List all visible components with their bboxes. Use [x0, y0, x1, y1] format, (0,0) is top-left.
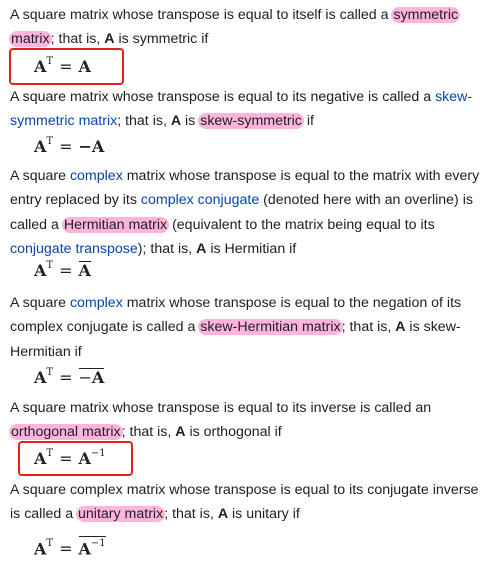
- formula-sup: T: [46, 447, 54, 459]
- formula-lhs: A: [34, 261, 47, 280]
- text: is orthogonal if: [185, 424, 282, 441]
- matrix-symbol: A: [175, 424, 186, 441]
- text: is symmetric if: [114, 31, 209, 48]
- formula-skew-hermitian: AT = −A: [34, 366, 105, 387]
- formula-lhs: A: [34, 137, 47, 156]
- highlight-skew-hermitian-matrix: skew-Hermitian matrix: [198, 319, 343, 336]
- text: A square: [10, 168, 70, 184]
- highlight-orthogonal-matrix: orthogonal matrix: [9, 424, 123, 441]
- highlight-unitary-matrix: unitary matrix: [76, 506, 166, 523]
- hermitian-paragraph: A square complex matrix whose transpose …: [10, 164, 492, 262]
- matrix-symbol: A: [104, 31, 115, 48]
- skew-symmetric-paragraph: A square matrix whose transpose is equal…: [10, 85, 492, 134]
- formula-equals: =: [59, 57, 73, 76]
- link-complex[interactable]: complex: [70, 295, 123, 311]
- formula-sup: T: [46, 259, 54, 271]
- text: ; that is,: [117, 113, 171, 130]
- text: is: [181, 113, 200, 130]
- formula-equals: =: [59, 261, 73, 280]
- formula-lhs: A: [34, 539, 47, 559]
- formula-lhs: A: [34, 368, 47, 387]
- formula-equals: =: [59, 449, 73, 468]
- link-complex-conjugate[interactable]: complex conjugate: [141, 192, 259, 208]
- text: A square: [10, 295, 70, 311]
- formula-rhs: −A: [78, 137, 105, 156]
- text: A square matrix whose transpose is equal…: [10, 7, 393, 23]
- formula-rhs-conjugate: A: [78, 539, 91, 559]
- formula-lhs: A: [34, 57, 47, 76]
- formula-sup: T: [46, 538, 54, 549]
- formula-rhs-conjugate: A: [91, 368, 105, 387]
- link-conjugate-transpose[interactable]: conjugate transpose: [10, 241, 138, 257]
- formula-unitary: AT = A−1: [34, 536, 106, 558]
- formula-hermitian: AT = A: [34, 259, 91, 280]
- formula-rhs-sup: −1: [90, 447, 106, 459]
- formula-rhs: A: [78, 57, 91, 76]
- text: A square matrix whose transpose is equal…: [10, 89, 436, 105]
- text: ; that is,: [341, 319, 396, 336]
- text: A square matrix whose transpose is equal…: [10, 400, 432, 416]
- symmetric-paragraph: A square matrix whose transpose is equal…: [9, 3, 492, 52]
- formula-symmetric: AT = A: [34, 55, 91, 76]
- text: is unitary if: [228, 506, 300, 523]
- formula-sup: T: [46, 135, 54, 147]
- formula-skew-symmetric: AT = −A: [34, 135, 105, 156]
- formula-sup: T: [46, 55, 54, 67]
- formula-equals: =: [59, 137, 73, 156]
- text: ; that is,: [50, 31, 105, 48]
- matrix-symbol: A: [217, 506, 229, 523]
- matrix-symbol: A: [170, 113, 182, 130]
- formula-rhs: A: [78, 449, 91, 468]
- text: ; that is,: [121, 424, 176, 441]
- unitary-paragraph: A square complex matrix whose transpose …: [10, 478, 492, 527]
- matrix-symbol: A: [196, 241, 207, 258]
- formula-rhs-sup: −1: [90, 538, 106, 549]
- link-complex[interactable]: complex: [70, 168, 123, 184]
- text: if: [302, 113, 314, 130]
- formula-minus: −: [78, 368, 92, 387]
- formula-equals: =: [59, 539, 73, 559]
- formula-lhs: A: [34, 449, 47, 468]
- highlight-skew-symmetric: skew-symmetric: [198, 113, 304, 130]
- text: ); that is,: [137, 241, 197, 258]
- formula-sup: T: [46, 366, 54, 378]
- skew-hermitian-paragraph: A square complex matrix whose transpose …: [10, 291, 492, 364]
- text: (equivalent to the matrix being equal to…: [168, 216, 435, 233]
- orthogonal-paragraph: A square matrix whose transpose is equal…: [9, 396, 492, 445]
- formula-orthogonal: AT = A−1: [34, 447, 106, 468]
- text: ; that is,: [164, 506, 218, 523]
- formula-rhs-conjugate: A: [78, 261, 91, 280]
- matrix-symbol: A: [395, 319, 406, 336]
- formula-equals: =: [59, 368, 73, 387]
- highlight-hermitian-matrix: Hermitian matrix: [61, 216, 170, 233]
- text: is Hermitian if: [206, 241, 297, 258]
